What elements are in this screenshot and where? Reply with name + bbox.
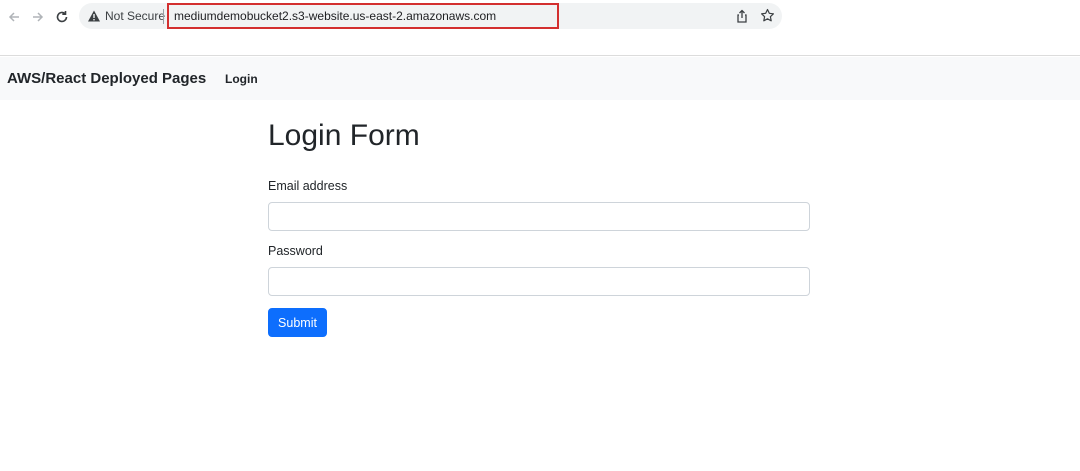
- url-highlight: mediumdemobucket2.s3-website.us-east-2.a…: [167, 3, 559, 29]
- reload-button[interactable]: [52, 7, 72, 27]
- nav-link-login[interactable]: Login: [225, 72, 258, 86]
- navbar-brand[interactable]: AWS/React Deployed Pages: [7, 70, 206, 87]
- email-label: Email address: [268, 179, 348, 193]
- bookmark-star-icon[interactable]: [760, 8, 775, 23]
- security-status[interactable]: Not Secure: [105, 9, 165, 23]
- share-icon[interactable]: [735, 9, 749, 23]
- forward-arrow-icon: [33, 12, 44, 22]
- page-title: Login Form: [268, 119, 420, 152]
- app-navbar: AWS/React Deployed Pages Login: [0, 57, 1080, 100]
- address-bar[interactable]: Not Secure mediumdemobucket2.s3-website.…: [79, 3, 782, 29]
- submit-button[interactable]: Submit: [268, 308, 327, 337]
- password-label: Password: [268, 244, 323, 258]
- back-arrow-icon: [8, 12, 19, 22]
- browser-toolbar: Not Secure mediumdemobucket2.s3-website.…: [0, 0, 1080, 56]
- password-field[interactable]: [268, 267, 810, 296]
- warning-icon[interactable]: [87, 9, 101, 23]
- url-text[interactable]: mediumdemobucket2.s3-website.us-east-2.a…: [174, 9, 496, 23]
- reload-icon: [56, 11, 68, 23]
- back-button[interactable]: [4, 7, 24, 27]
- email-field[interactable]: [268, 202, 810, 231]
- forward-button[interactable]: [28, 7, 48, 27]
- omnibox-separator: [163, 9, 164, 24]
